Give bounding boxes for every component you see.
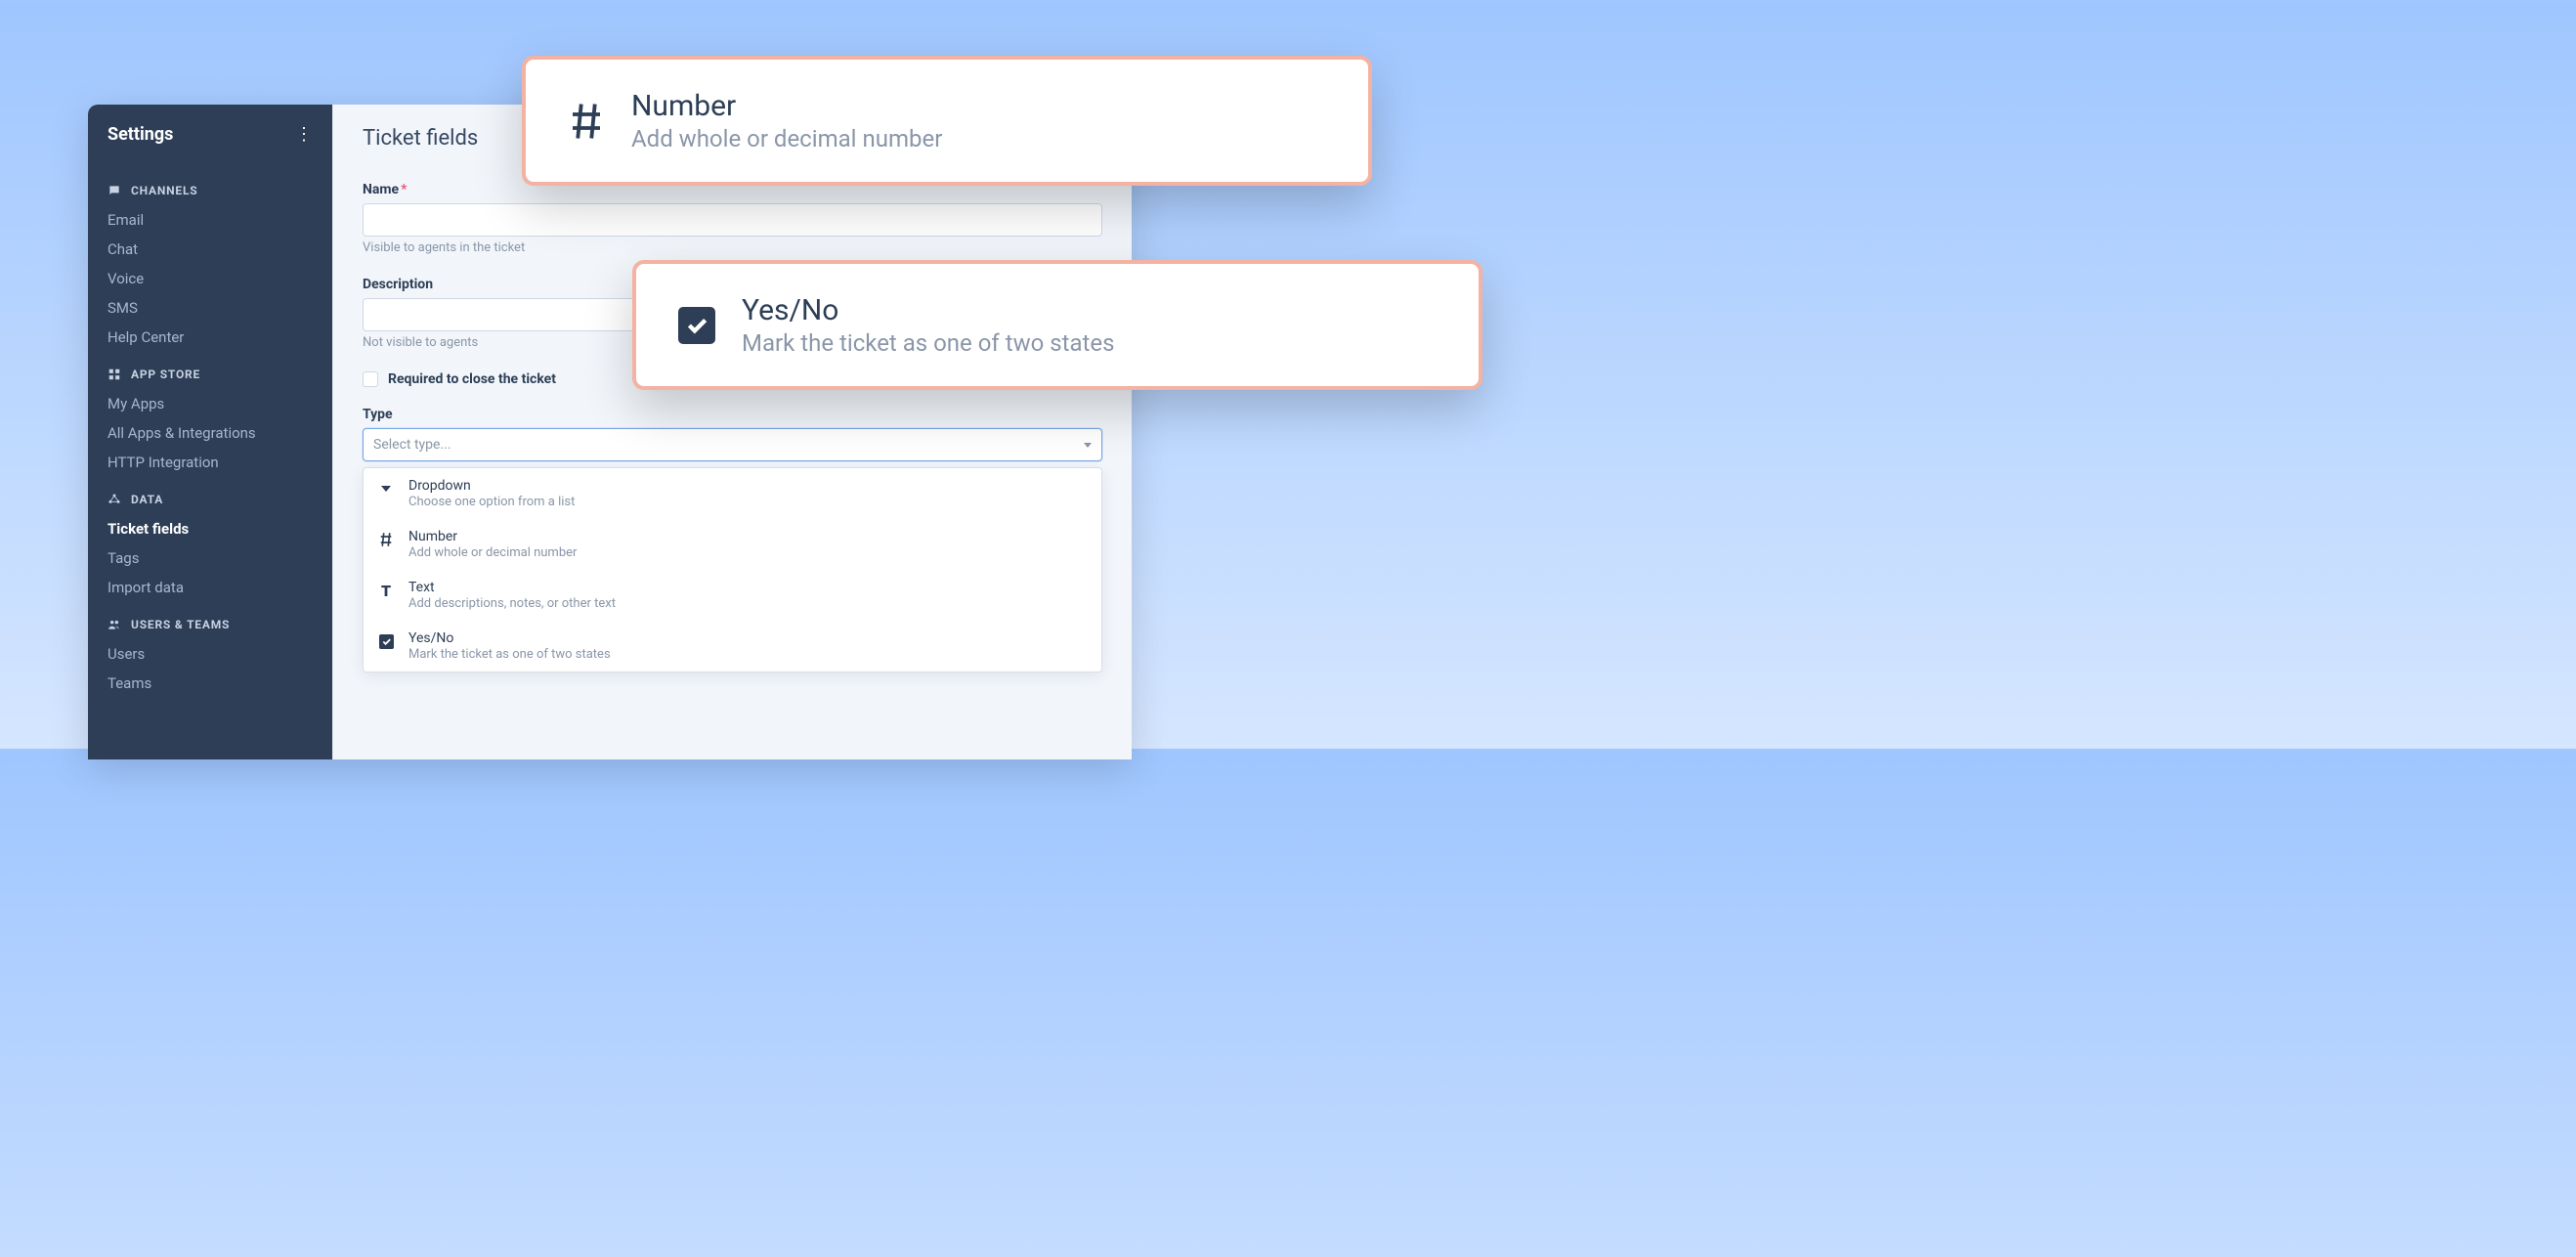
- section-label: DATA: [131, 493, 163, 506]
- sidebar-item-teams[interactable]: Teams: [88, 669, 332, 698]
- type-option-yesno[interactable]: Yes/No Mark the ticket as one of two sta…: [364, 621, 1101, 672]
- kebab-menu-icon[interactable]: ⋮: [295, 124, 313, 145]
- sidebar-item-voice[interactable]: Voice: [88, 264, 332, 293]
- detail-card-yesno: Yes/No Mark the ticket as one of two sta…: [632, 260, 1482, 390]
- sidebar-item-help-center[interactable]: Help Center: [88, 323, 332, 352]
- section-header-data: DATA: [88, 477, 332, 514]
- sidebar-item-email[interactable]: Email: [88, 205, 332, 235]
- type-option-dropdown[interactable]: Dropdown Choose one option from a list: [364, 468, 1101, 519]
- apps-grid-icon: [107, 368, 121, 381]
- sidebar-item-sms[interactable]: SMS: [88, 293, 332, 323]
- section-label: USERS & TEAMS: [131, 618, 230, 631]
- option-title: Yes/No: [408, 630, 1088, 646]
- option-title: Number: [408, 529, 1088, 544]
- card-title: Yes/No: [742, 293, 1115, 327]
- required-checkbox-label: Required to close the ticket: [388, 371, 556, 387]
- dropdown-arrow-icon: [377, 480, 395, 498]
- type-option-text[interactable]: T Text Add descriptions, notes, or other…: [364, 570, 1101, 621]
- type-select[interactable]: Select type...: [363, 428, 1102, 461]
- sidebar-item-users[interactable]: Users: [88, 639, 332, 669]
- section-header-users-teams: USERS & TEAMS: [88, 602, 332, 639]
- sidebar-item-all-apps[interactable]: All Apps & Integrations: [88, 418, 332, 448]
- sidebar-header: Settings ⋮: [88, 105, 332, 168]
- checkbox-icon: [377, 632, 395, 650]
- type-dropdown-panel: Dropdown Choose one option from a list N…: [363, 467, 1102, 672]
- section-label: CHANNELS: [131, 184, 197, 197]
- option-desc: Choose one option from a list: [408, 495, 1088, 509]
- card-desc: Add whole or decimal number: [631, 125, 942, 152]
- name-input[interactable]: [363, 203, 1102, 237]
- card-title: Number: [631, 89, 942, 123]
- sidebar-item-chat[interactable]: Chat: [88, 235, 332, 264]
- field-group-name: Name* Visible to agents in the ticket: [363, 182, 1102, 255]
- sidebar: Settings ⋮ CHANNELS Email Chat Voice SMS…: [88, 105, 332, 759]
- main-content: Ticket fields Name* Visible to agents in…: [332, 105, 1132, 759]
- option-desc: Add whole or decimal number: [408, 545, 1088, 560]
- option-title: Dropdown: [408, 478, 1088, 494]
- chat-bubble-icon: [107, 184, 121, 197]
- sidebar-item-http-integration[interactable]: HTTP Integration: [88, 448, 332, 477]
- sidebar-title: Settings: [107, 124, 173, 145]
- checkbox-icon: [675, 304, 718, 347]
- hash-icon: [565, 100, 608, 143]
- card-desc: Mark the ticket as one of two states: [742, 329, 1115, 357]
- option-title: Text: [408, 580, 1088, 595]
- sidebar-item-import-data[interactable]: Import data: [88, 573, 332, 602]
- hash-icon: [377, 531, 395, 548]
- name-helper: Visible to agents in the ticket: [363, 240, 1102, 255]
- section-header-channels: CHANNELS: [88, 168, 332, 205]
- chevron-down-icon: [1084, 443, 1092, 448]
- type-label: Type: [363, 407, 1102, 422]
- text-icon: T: [377, 582, 395, 599]
- section-header-app-store: APP STORE: [88, 352, 332, 389]
- sidebar-item-ticket-fields[interactable]: Ticket fields: [88, 514, 332, 543]
- required-asterisk: *: [401, 182, 407, 197]
- sidebar-item-tags[interactable]: Tags: [88, 543, 332, 573]
- section-label: APP STORE: [131, 368, 200, 381]
- detail-card-number: Number Add whole or decimal number: [522, 56, 1372, 186]
- people-icon: [107, 618, 121, 631]
- option-desc: Mark the ticket as one of two states: [408, 647, 1088, 662]
- required-checkbox[interactable]: [363, 371, 378, 387]
- app-window: Settings ⋮ CHANNELS Email Chat Voice SMS…: [88, 105, 1132, 759]
- type-option-number[interactable]: Number Add whole or decimal number: [364, 519, 1101, 570]
- field-group-type: Type Select type... Dropdown Choose one …: [363, 407, 1102, 672]
- sidebar-item-my-apps[interactable]: My Apps: [88, 389, 332, 418]
- option-desc: Add descriptions, notes, or other text: [408, 596, 1088, 611]
- type-select-placeholder: Select type...: [373, 437, 451, 453]
- data-network-icon: [107, 493, 121, 506]
